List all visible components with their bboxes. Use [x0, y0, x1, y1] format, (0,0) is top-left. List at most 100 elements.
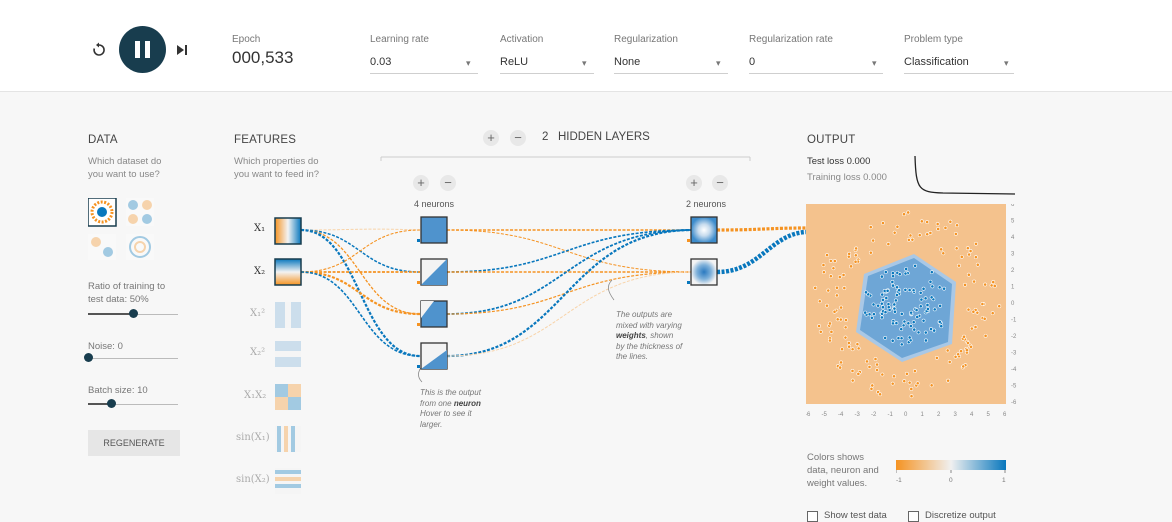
x-tick-label: -4 — [838, 412, 844, 418]
data-point — [895, 293, 899, 297]
data-point — [886, 242, 891, 246]
data-point — [855, 342, 860, 347]
data-point — [891, 283, 895, 288]
data-point — [968, 249, 973, 253]
data-point — [828, 259, 833, 263]
output-title: OUTPUT — [807, 134, 856, 146]
data-point — [849, 264, 853, 269]
data-point — [919, 219, 924, 224]
data-point — [930, 284, 935, 289]
data-point — [936, 227, 941, 231]
feature-x1-squared-tile[interactable] — [275, 302, 301, 328]
data-point — [867, 312, 872, 317]
data-point — [953, 354, 958, 359]
data-point — [923, 330, 928, 335]
y-tick-label: -6 — [1011, 400, 1017, 406]
data-point — [865, 359, 869, 364]
y-tick-label: 6 — [1011, 204, 1015, 208]
data-point — [821, 263, 826, 267]
data-point — [972, 279, 977, 284]
data-point — [832, 259, 837, 263]
data-point — [983, 333, 988, 338]
data-point — [910, 237, 915, 242]
output-neuron[interactable] — [690, 216, 718, 244]
data-point — [853, 253, 858, 258]
y-tick-label: 5 — [1011, 219, 1015, 225]
hidden-neuron[interactable] — [420, 342, 448, 370]
data-point — [880, 297, 885, 302]
data-point — [829, 329, 834, 334]
x-tick-label: -2 — [871, 412, 877, 418]
legend-min: -1 — [896, 477, 902, 484]
data-point — [963, 282, 967, 287]
feature-x2-squared-tile[interactable] — [275, 341, 301, 367]
y-tick-label: 4 — [1011, 235, 1015, 241]
data-point — [886, 302, 891, 307]
data-point — [890, 381, 895, 386]
feature-x1x2-tile[interactable] — [275, 384, 301, 410]
hidden-neuron[interactable] — [420, 300, 448, 328]
data-point — [835, 285, 839, 290]
x-tick-label: 3 — [954, 412, 958, 418]
data-point — [842, 286, 847, 290]
data-point — [908, 233, 913, 238]
data-point — [974, 241, 978, 246]
data-point — [891, 274, 895, 279]
data-point — [909, 324, 913, 328]
y-tick-label: -1 — [1011, 318, 1017, 324]
feature-sin-x1-tile[interactable] — [275, 426, 301, 452]
data-point — [935, 222, 940, 226]
discretize-output-checkbox[interactable] — [908, 511, 919, 522]
data-point — [925, 232, 930, 237]
data-point — [973, 325, 978, 329]
data-point — [890, 280, 895, 284]
data-point — [903, 287, 908, 292]
data-point — [835, 317, 840, 322]
color-legend-bar: -1 0 1 — [896, 460, 1006, 484]
data-point — [947, 359, 952, 364]
data-point — [906, 210, 911, 215]
hidden-neuron[interactable] — [420, 216, 448, 244]
y-tick-label: 2 — [1011, 268, 1015, 274]
data-point — [881, 305, 885, 310]
data-point — [925, 303, 930, 307]
data-point — [895, 285, 899, 290]
y-tick-label: -5 — [1011, 384, 1017, 390]
data-point — [980, 302, 985, 306]
output-neuron[interactable] — [690, 258, 718, 286]
data-point — [892, 230, 897, 235]
feature-x2-tile[interactable] — [274, 258, 302, 286]
feature-sin-x2-tile[interactable] — [275, 468, 301, 494]
data-point — [912, 369, 917, 373]
data-point — [875, 362, 879, 367]
data-point — [873, 357, 878, 361]
data-point — [962, 334, 966, 339]
data-point — [929, 383, 934, 388]
feature-x1-tile[interactable] — [274, 217, 302, 245]
show-test-data-checkbox[interactable] — [807, 511, 818, 522]
data-point — [966, 307, 971, 312]
y-tick-label: 3 — [1011, 252, 1015, 258]
data-point — [959, 349, 963, 354]
x-tick-label: -5 — [822, 412, 828, 418]
data-point — [990, 311, 995, 316]
data-point — [905, 371, 909, 376]
hidden-neuron[interactable] — [420, 258, 448, 286]
data-point — [817, 324, 821, 328]
data-point — [932, 307, 937, 312]
data-point — [909, 394, 914, 399]
data-point — [890, 338, 895, 343]
data-point — [843, 335, 848, 340]
data-point — [871, 238, 876, 243]
data-point — [821, 270, 826, 275]
y-tick-label: -2 — [1011, 334, 1017, 340]
data-point — [902, 319, 907, 324]
y-tick-label: -3 — [1011, 351, 1017, 357]
data-point — [929, 295, 934, 300]
data-point — [939, 324, 944, 329]
data-point — [883, 335, 888, 340]
data-point — [840, 347, 844, 352]
data-point — [909, 310, 914, 315]
show-test-data-label: Show test data — [824, 510, 887, 521]
data-point — [892, 374, 896, 379]
